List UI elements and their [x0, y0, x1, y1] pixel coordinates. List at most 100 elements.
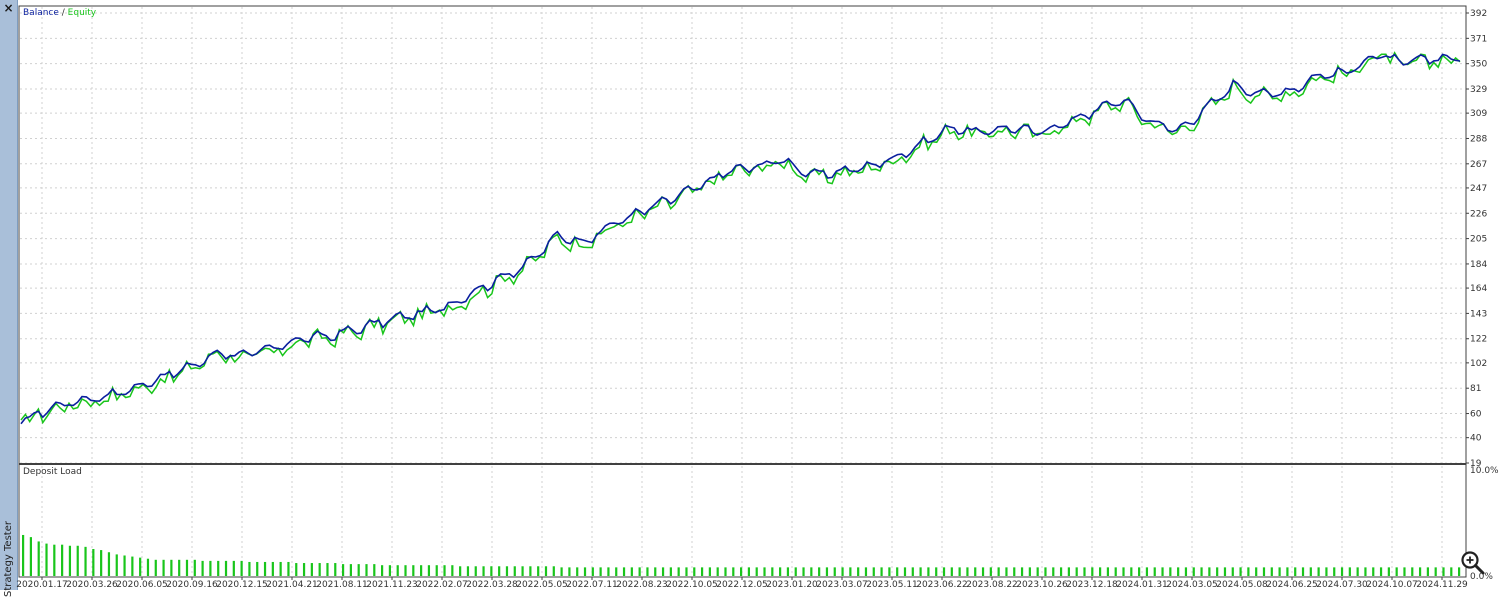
deposit-load-bar [271, 561, 274, 576]
y-tick-label: 392 [1470, 9, 1487, 19]
deposit-load-bar [1270, 567, 1273, 576]
x-tick-label: 2021.08.11 [316, 580, 368, 590]
deposit-load-bar [22, 534, 25, 576]
deposit-load-bar [53, 544, 56, 576]
deposit-load-bar [1106, 567, 1110, 576]
deposit-load-bar [1372, 567, 1375, 576]
deposit-load-bar [224, 560, 228, 576]
deposit-load-bar [700, 567, 704, 576]
x-tick-label: 2021.04.21 [266, 580, 318, 590]
deposit-load-bar [576, 567, 579, 576]
deposit-load-bar [724, 567, 727, 576]
deposit-load-bar [661, 567, 665, 576]
deposit-load-bar [1216, 567, 1219, 576]
legend-equity: Equity [68, 8, 97, 18]
deposit-load-bar [178, 559, 181, 576]
deposit-load-bar [740, 567, 743, 576]
deposit-panel-frame [18, 463, 1467, 578]
deposit-load-bar [903, 567, 907, 576]
deposit-load-bar [1161, 567, 1164, 576]
deposit-load-bar [591, 567, 594, 576]
deposit-load-bar [537, 566, 540, 576]
deposit-load-bar [459, 566, 462, 576]
x-tick-label: 2023.01.20 [766, 580, 818, 590]
x-tick-label: 2022.07.11 [566, 580, 618, 590]
deposit-load-bar [974, 567, 977, 576]
y-tick-label: 350 [1470, 60, 1487, 70]
deposit-load-bar [1052, 567, 1055, 576]
deposit-load-bar [958, 567, 961, 576]
deposit-load-bar [1356, 567, 1359, 576]
deposit-load-bar [1364, 567, 1367, 576]
x-tick-label: 2023.06.22 [916, 580, 968, 590]
deposit-load-bar [1418, 567, 1422, 576]
deposit-load-bar [638, 567, 641, 576]
deposit-load-bar [1138, 567, 1141, 576]
deposit-load-bar [1434, 567, 1437, 576]
deposit-load-bar [857, 567, 860, 576]
deposit-load-bar [318, 563, 321, 576]
x-tick-label: 2024.01.31 [1116, 580, 1168, 590]
deposit-load-bar [864, 567, 868, 576]
deposit-load-bar [1192, 567, 1195, 576]
y-tick-label: 247 [1470, 184, 1487, 194]
deposit-load-bar [966, 567, 969, 576]
deposit-load-bar [209, 560, 212, 576]
deposit-load-bar [1247, 567, 1250, 576]
deposit-load-bar [935, 567, 938, 576]
deposit-load-bar [1208, 567, 1211, 576]
deposit-load-bar [498, 566, 501, 576]
deposit-load-bar [599, 567, 602, 576]
deposit-load-bar [1020, 567, 1024, 576]
y-tick-label: 226 [1470, 209, 1487, 219]
deposit-load-bar [107, 552, 111, 576]
y-tick-label: 267 [1470, 160, 1487, 170]
deposit-load-bar [505, 566, 509, 576]
deposit-load-bar [833, 567, 836, 576]
deposit-load-bar [1309, 567, 1312, 576]
main-chart-frame [18, 5, 1467, 465]
x-tick-label: 2022.08.23 [616, 580, 668, 590]
deposit-load-bar [1442, 567, 1445, 576]
magnifier-plus-icon[interactable] [1459, 549, 1487, 577]
deposit-load-bar [396, 565, 399, 576]
deposit-load-bar [654, 567, 657, 576]
x-tick-label: 2024.07.30 [1316, 580, 1368, 590]
x-tick-label: 2023.08.22 [966, 580, 1018, 590]
deposit-load-bar [45, 543, 48, 576]
deposit-load-bar [1403, 567, 1406, 576]
deposit-load-bar [1067, 567, 1070, 576]
deposit-load-bar [747, 567, 751, 576]
deposit-load-bar [1411, 567, 1414, 576]
y-tick-label: 184 [1470, 260, 1487, 270]
deposit-load-bar [427, 565, 431, 576]
deposit-load-bar [708, 567, 711, 576]
deposit-load-bar [1114, 567, 1117, 576]
deposit-load-bar [1184, 567, 1188, 576]
x-tick-label: 2020.12.15 [216, 580, 268, 590]
deposit-load-bar [1028, 567, 1031, 576]
deposit-load-bar [802, 567, 805, 576]
y-tick-label: 309 [1470, 109, 1487, 119]
deposit-load-bar [685, 567, 688, 576]
y-tick-label: 329 [1470, 85, 1487, 95]
deposit-load-bar [693, 567, 696, 576]
x-tick-label: 2021.11.23 [366, 580, 418, 590]
deposit-load-bar [420, 565, 423, 576]
deposit-load-bar [1325, 567, 1328, 576]
deposit-load-bar [1387, 567, 1390, 576]
deposit-load-bar [279, 561, 282, 576]
deposit-load-bar [1317, 567, 1320, 576]
x-tick-label: 2024.06.25 [1266, 580, 1318, 590]
x-tick-label: 2023.05.11 [866, 580, 918, 590]
deposit-load-bar [529, 566, 532, 576]
legend-separator: / [59, 8, 68, 18]
deposit-load-bar [1169, 567, 1172, 576]
y-tick-label: 60 [1470, 410, 1482, 420]
x-tick-label: 2020.03.26 [66, 580, 118, 590]
x-tick-label: 2022.05.05 [516, 580, 568, 590]
deposit-load-bar [950, 567, 953, 576]
deposit-load-bar [381, 565, 384, 576]
deposit-load-bar [84, 546, 87, 576]
deposit-load-bar [997, 567, 1000, 576]
